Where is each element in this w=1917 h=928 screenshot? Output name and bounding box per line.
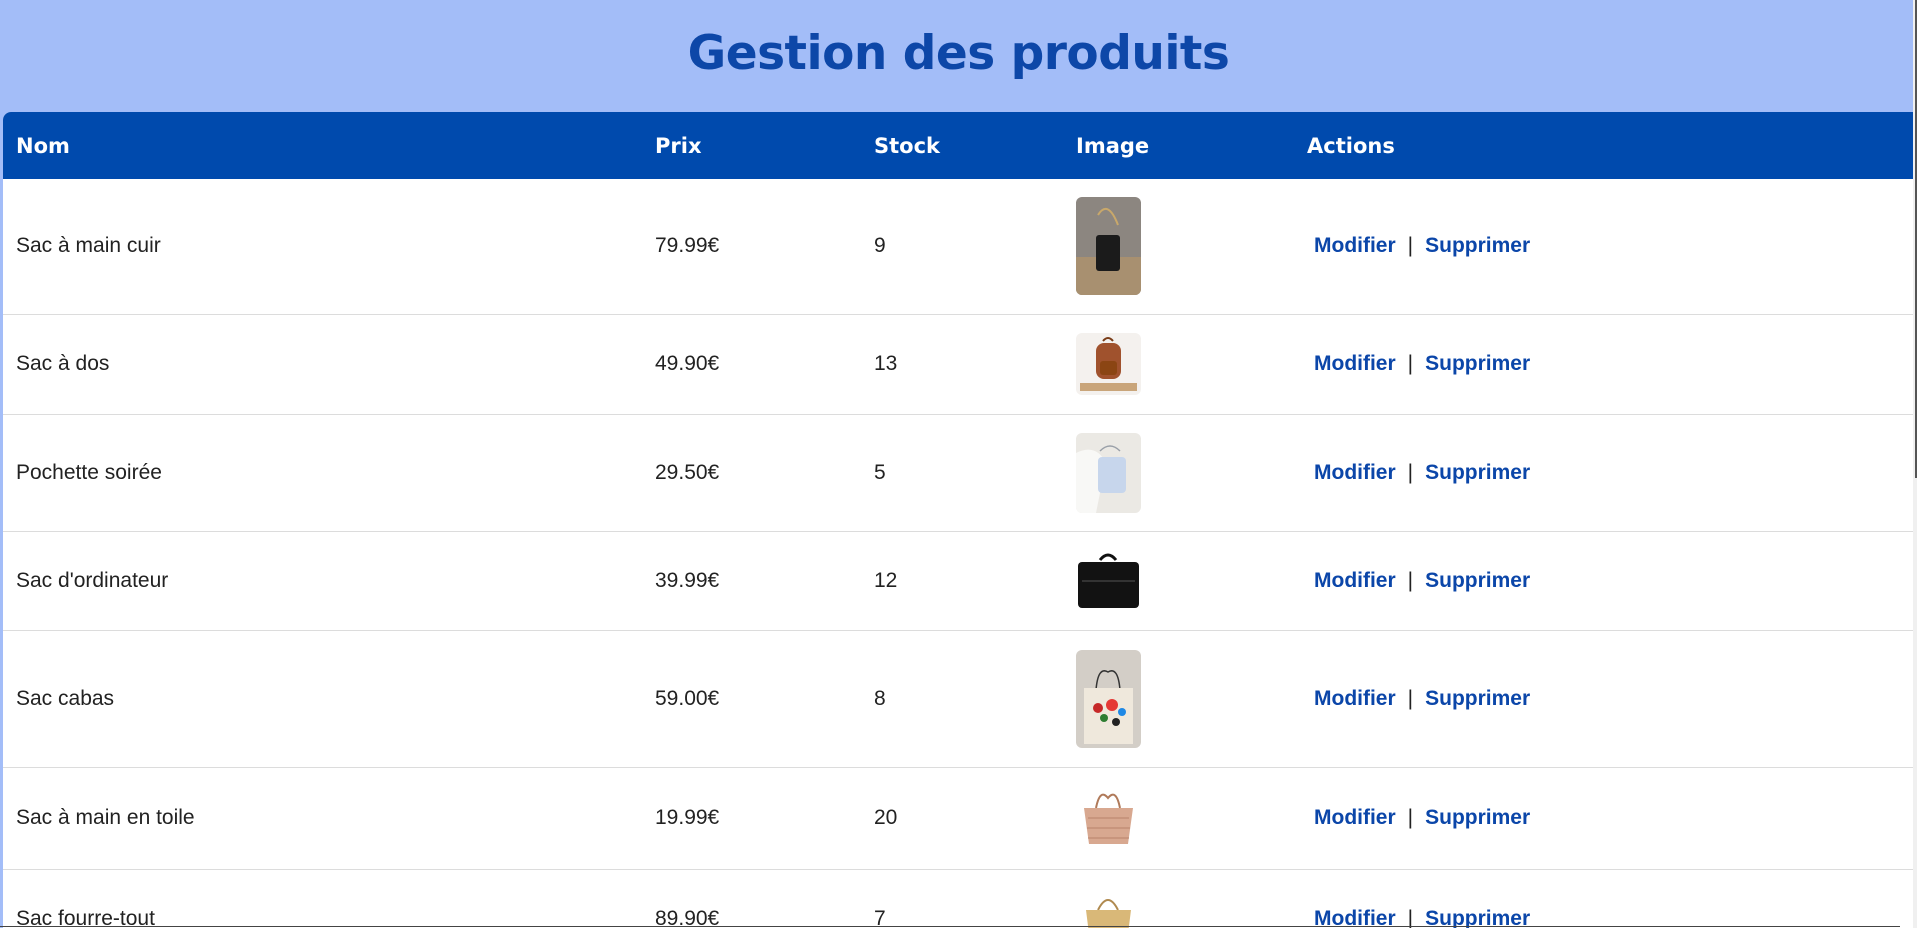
- vertical-scrollbar[interactable]: [1913, 0, 1917, 928]
- supprimer-link[interactable]: Supprimer: [1425, 234, 1530, 257]
- tote-bag-image: [1076, 649, 1141, 748]
- supprimer-link[interactable]: Supprimer: [1425, 569, 1530, 592]
- modifier-link[interactable]: Modifier: [1314, 569, 1396, 592]
- table-header-row: Nom Prix Stock Image Actions: [3, 112, 1917, 179]
- product-price: 79.99€: [642, 179, 861, 315]
- action-separator: |: [1407, 234, 1414, 258]
- actions-cell: Modifier | Supprimer: [1294, 314, 1917, 415]
- modifier-link[interactable]: Modifier: [1314, 687, 1396, 710]
- actions-cell: Modifier | Supprimer: [1294, 767, 1917, 870]
- table-row: Sac cabas 59.00€ 8 Modifier | Supprimer: [3, 630, 1917, 768]
- products-table-container: Nom Prix Stock Image Actions Sac à main …: [3, 112, 1917, 928]
- column-header-nom: Nom: [16, 133, 70, 158]
- product-price: 19.99€: [642, 767, 861, 870]
- product-stock: 12: [861, 531, 1063, 631]
- modifier-link[interactable]: Modifier: [1314, 806, 1396, 829]
- column-header-stock: Stock: [874, 133, 941, 158]
- action-separator: |: [1407, 806, 1414, 829]
- product-image-cell: [1063, 414, 1294, 532]
- product-image-cell: [1063, 767, 1294, 870]
- modifier-link[interactable]: Modifier: [1314, 907, 1396, 928]
- column-header-prix: Prix: [655, 133, 702, 158]
- product-price: 59.00€: [642, 630, 861, 768]
- actions-cell: Modifier | Supprimer: [1294, 414, 1917, 532]
- backpack-image: [1076, 333, 1141, 395]
- supprimer-link[interactable]: Supprimer: [1425, 806, 1530, 829]
- supprimer-link[interactable]: Supprimer: [1425, 461, 1530, 484]
- table-row: Sac d'ordinateur 39.99€ 12 Modifier | Supp…: [3, 531, 1917, 631]
- table-row: Sac à dos 49.90€ 13 Modifier | Supprimer: [3, 314, 1917, 415]
- action-separator: |: [1407, 686, 1414, 710]
- product-image-cell: [1063, 314, 1294, 415]
- product-image-cell: [1063, 869, 1294, 928]
- supprimer-link[interactable]: Supprimer: [1425, 352, 1530, 375]
- actions-cell: Modifier | Supprimer: [1294, 531, 1917, 631]
- action-separator: |: [1407, 352, 1414, 375]
- product-stock: 9: [861, 179, 1063, 315]
- product-image-cell: [1063, 630, 1294, 768]
- supprimer-link[interactable]: Supprimer: [1425, 687, 1530, 710]
- column-header-image: Image: [1076, 133, 1150, 158]
- action-separator: |: [1407, 460, 1414, 484]
- table-row: Pochette soirée 29.50€ 5 Modifier | Suppri…: [3, 414, 1917, 532]
- modifier-link[interactable]: Modifier: [1314, 461, 1396, 484]
- product-image-cell: [1063, 531, 1294, 631]
- actions-cell: Modifier | Supprimer: [1294, 630, 1917, 768]
- product-price: 49.90€: [642, 314, 861, 415]
- action-separator: |: [1407, 568, 1414, 592]
- product-price: 39.99€: [642, 531, 861, 631]
- actions-cell: Modifier | Supprimer: [1294, 869, 1917, 928]
- modifier-link[interactable]: Modifier: [1314, 352, 1396, 375]
- product-image-cell: [1063, 179, 1294, 315]
- product-stock: 5: [861, 414, 1063, 532]
- product-name: Pochette soirée: [3, 414, 642, 532]
- evening-clutch-image: [1076, 432, 1141, 513]
- product-name: Sac à dos: [3, 314, 642, 415]
- product-stock: 20: [861, 767, 1063, 870]
- product-stock: 7: [861, 869, 1063, 928]
- product-name: Sac fourre-tout: [3, 869, 642, 928]
- action-separator: |: [1407, 907, 1414, 928]
- table-row: Sac à main cuir 79.99€ 9 Modifier | Suppri…: [3, 179, 1917, 315]
- canvas-handbag-image: [1076, 786, 1141, 850]
- supprimer-link[interactable]: Supprimer: [1425, 907, 1530, 928]
- table-row: Sac fourre-tout 89.90€ 7 Modifier | Suppri…: [3, 869, 1917, 928]
- column-header-actions: Actions: [1307, 133, 1395, 158]
- product-price: 29.50€: [642, 414, 861, 532]
- product-name: Sac à main en toile: [3, 767, 642, 870]
- product-name: Sac à main cuir: [3, 179, 642, 315]
- products-table: Nom Prix Stock Image Actions Sac à main …: [3, 112, 1917, 928]
- product-name: Sac cabas: [3, 630, 642, 768]
- viewport-bottom-divider: [0, 926, 1900, 927]
- carryall-bag-image: [1076, 888, 1141, 928]
- table-row: Sac à main en toile 19.99€ 20 Modifier | S…: [3, 767, 1917, 870]
- laptop-bag-image: [1076, 549, 1141, 612]
- actions-cell: Modifier | Supprimer: [1294, 179, 1917, 315]
- page-title: Gestion des produits: [687, 26, 1230, 81]
- product-price: 89.90€: [642, 869, 861, 928]
- modifier-link[interactable]: Modifier: [1314, 234, 1396, 257]
- product-stock: 8: [861, 630, 1063, 768]
- product-stock: 13: [861, 314, 1063, 415]
- product-name: Sac d'ordinateur: [3, 531, 642, 631]
- leather-handbag-image: [1076, 197, 1141, 296]
